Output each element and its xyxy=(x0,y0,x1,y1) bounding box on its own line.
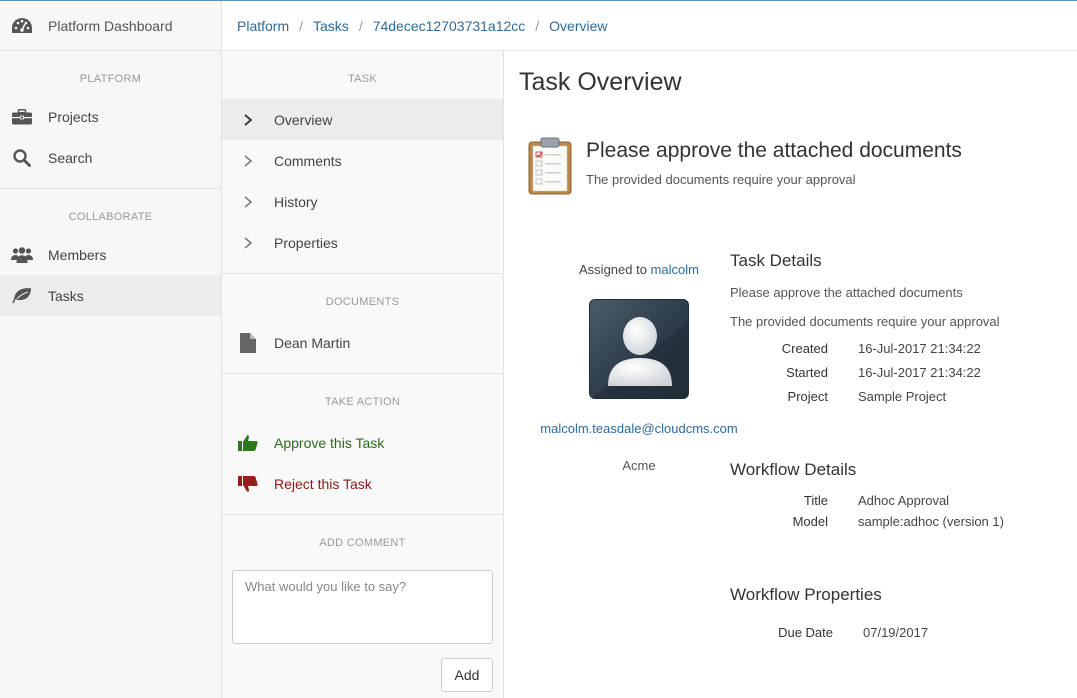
due-date-label: Due Date xyxy=(778,625,833,640)
clipboard-icon xyxy=(528,137,572,195)
breadcrumb: Platform / Tasks / 74decec12703731a12cc … xyxy=(222,1,1077,51)
task-header-text: Please approve the attached documents Th… xyxy=(586,137,962,195)
nav-item-properties[interactable]: Properties xyxy=(222,222,503,263)
workflow-properties-heading: Workflow Properties xyxy=(730,585,882,604)
breadcrumb-tasks[interactable]: Tasks xyxy=(313,18,349,34)
started-label: Started xyxy=(786,365,828,380)
nav-item-history[interactable]: History xyxy=(222,181,503,222)
started-row: Started 16-Jul-2017 21:34:22 xyxy=(730,365,1070,380)
nav-item-label: Properties xyxy=(274,234,338,251)
sidebar-item-search[interactable]: Search xyxy=(0,137,221,178)
breadcrumb-separator: / xyxy=(299,17,304,34)
workflow-model-value: sample:adhoc (version 1) xyxy=(858,514,1004,529)
platform-dashboard-link[interactable]: Platform Dashboard xyxy=(0,1,221,51)
workflow-title-link[interactable]: Adhoc Approval xyxy=(858,493,949,508)
breadcrumb-task-id[interactable]: 74decec12703731a12cc xyxy=(373,18,526,34)
section-title-take-action: TAKE ACTION xyxy=(324,396,401,408)
project-link[interactable]: Sample Project xyxy=(858,389,946,404)
dashboard-gauge-icon xyxy=(10,17,34,35)
nav-item-comments[interactable]: Comments xyxy=(222,140,503,181)
thumbs-up-icon xyxy=(238,434,258,452)
breadcrumb-platform[interactable]: Platform xyxy=(237,18,289,34)
task-title: Please approve the attached documents xyxy=(586,139,962,162)
nav-item-overview[interactable]: Overview xyxy=(222,99,503,140)
chevron-right-icon xyxy=(238,236,258,249)
reject-task-button[interactable]: Reject this Task xyxy=(222,463,503,504)
workflow-model-label: Model xyxy=(792,514,828,529)
breadcrumb-separator: / xyxy=(358,17,363,34)
reject-label: Reject this Task xyxy=(274,475,372,492)
nav-item-label: Overview xyxy=(274,111,333,128)
nav-item-label: History xyxy=(274,193,318,210)
sidebar-item-label: Search xyxy=(48,149,93,166)
workflow-details-heading: Workflow Details xyxy=(730,460,857,479)
document-icon xyxy=(238,332,258,353)
assignee-link[interactable]: malcolm xyxy=(651,262,699,277)
sidebar-item-label: Projects xyxy=(48,108,99,125)
project-label: Project xyxy=(787,389,828,404)
started-value: 16-Jul-2017 21:34:22 xyxy=(858,365,981,380)
section-title-task: TASK xyxy=(347,73,378,85)
sidebar-item-projects[interactable]: Projects xyxy=(0,96,221,137)
add-comment-button[interactable]: Add xyxy=(441,658,493,692)
sidebar-item-label: Members xyxy=(48,246,107,263)
assignee-email[interactable]: malcolm.teasdale@cloudcms.com xyxy=(524,421,754,436)
sidebar: Platform Dashboard PLATFORM Projects Sea… xyxy=(0,1,222,698)
due-date-row: Due Date 07/19/2017 xyxy=(730,625,1070,640)
created-value: 16-Jul-2017 21:34:22 xyxy=(858,341,981,356)
nav-item-label: Comments xyxy=(274,152,342,169)
chevron-right-icon xyxy=(238,195,258,208)
created-row: Created 16-Jul-2017 21:34:22 xyxy=(730,341,1070,356)
section-title-collaborate: COLLABORATE xyxy=(68,211,153,223)
due-date-value: 07/19/2017 xyxy=(863,625,929,640)
document-item[interactable]: Dean Martin xyxy=(222,322,503,363)
approve-task-button[interactable]: Approve this Task xyxy=(222,422,503,463)
chevron-right-icon xyxy=(238,113,258,126)
comment-input[interactable] xyxy=(232,570,493,644)
users-icon xyxy=(10,246,34,263)
chevron-right-icon xyxy=(238,154,258,167)
search-icon xyxy=(10,148,34,167)
default-user-avatar-icon xyxy=(592,317,688,398)
thumbs-down-icon xyxy=(238,475,258,493)
task-nav-panel: TASK Overview Comments History Propertie… xyxy=(222,51,504,698)
assignee-card: Assigned to malcolm malcolm.teasdale@clo… xyxy=(524,262,754,473)
task-header: Please approve the attached documents Th… xyxy=(528,137,962,195)
document-name: Dean Martin xyxy=(274,334,351,351)
task-details: Task Details Please approve the attached… xyxy=(730,251,1070,640)
created-label: Created xyxy=(781,341,828,356)
leaf-icon xyxy=(10,287,34,304)
avatar xyxy=(589,299,689,399)
section-title-add-comment: ADD COMMENT xyxy=(319,537,406,549)
sidebar-item-label: Tasks xyxy=(48,287,84,304)
briefcase-icon xyxy=(10,108,34,125)
main-content: Task Overview Please approve the attache… xyxy=(504,51,1077,698)
task-details-title: Please approve the attached documents xyxy=(730,285,963,300)
workflow-model-row: Model sample:adhoc (version 1) xyxy=(730,514,1070,529)
breadcrumb-overview[interactable]: Overview xyxy=(549,18,607,34)
sidebar-item-tasks[interactable]: Tasks xyxy=(0,275,221,316)
task-description: The provided documents require your appr… xyxy=(586,172,856,187)
workflow-title-row: Title Adhoc Approval xyxy=(730,493,1070,508)
assigned-label: Assigned to xyxy=(579,262,647,277)
task-details-heading: Task Details xyxy=(730,251,822,270)
sidebar-item-members[interactable]: Members xyxy=(0,234,221,275)
task-details-description: The provided documents require your appr… xyxy=(730,314,1000,329)
assigned-to: Assigned to malcolm xyxy=(524,262,754,277)
brand-label: Platform Dashboard xyxy=(48,17,173,34)
project-row: Project Sample Project xyxy=(730,389,1070,404)
page-title: Task Overview xyxy=(519,68,682,96)
assignee-company: Acme xyxy=(622,458,656,473)
app: Platform Dashboard PLATFORM Projects Sea… xyxy=(0,1,1077,698)
approve-label: Approve this Task xyxy=(274,434,385,451)
section-title-documents: DOCUMENTS xyxy=(325,296,400,308)
workflow-title-label: Title xyxy=(803,493,828,508)
section-title-platform: PLATFORM xyxy=(79,73,142,85)
breadcrumb-separator: / xyxy=(535,17,540,34)
